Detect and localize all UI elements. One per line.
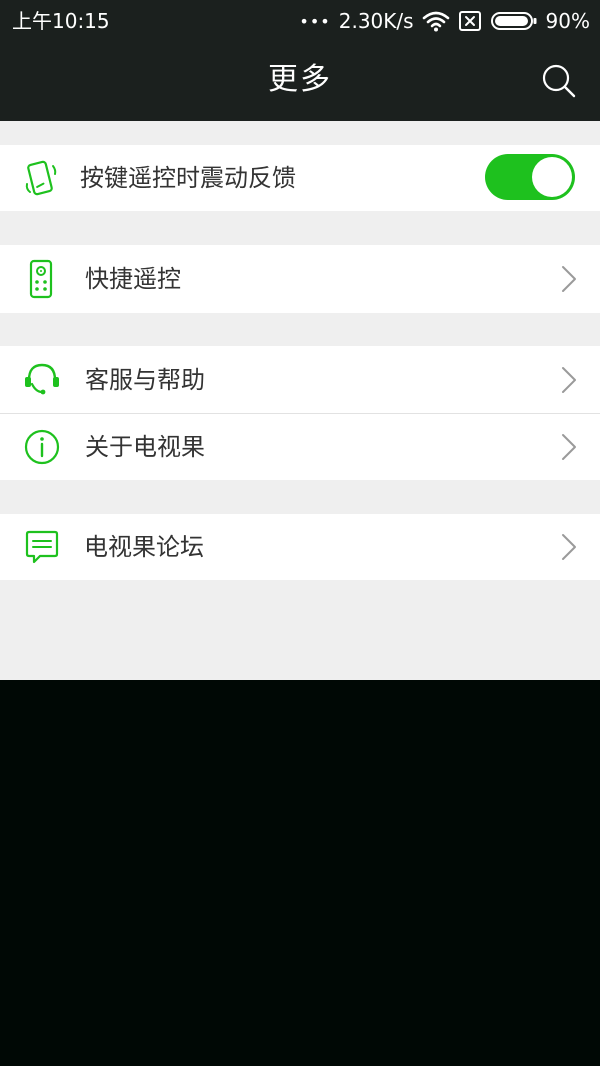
empty-area <box>0 680 600 1066</box>
vibration-feedback-toggle[interactable] <box>485 154 575 200</box>
screen: 上午10:15 ••• 2.30K/s 90% 更多 按键遥控时震动反馈 快捷遥… <box>0 0 600 1066</box>
signal-dots: ••• <box>299 11 331 31</box>
quick-remote-label: 快捷遥控 <box>85 265 181 293</box>
page-title: 更多 <box>268 62 332 97</box>
status-bar: 上午10:15 ••• 2.30K/s 90% <box>0 0 600 42</box>
chevron-right-icon <box>560 365 578 395</box>
headset-icon <box>22 360 62 400</box>
battery-percent: 90% <box>545 9 590 33</box>
settings-list: 按键遥控时震动反馈 快捷遥控 客服与帮助 关于电视果 电视果论坛 <box>0 121 600 680</box>
chevron-right-icon <box>560 532 578 562</box>
status-time: 上午10:15 <box>12 9 110 33</box>
sim-none-icon <box>458 10 482 32</box>
vibration-feedback-label: 按键遥控时震动反馈 <box>80 164 296 192</box>
support-help-row[interactable]: 客服与帮助 <box>0 346 600 413</box>
chevron-right-icon <box>560 264 578 294</box>
about-label: 关于电视果 <box>85 433 205 461</box>
battery-icon <box>490 10 538 32</box>
net-speed: 2.30K/s <box>338 9 414 33</box>
chevron-right-icon <box>560 432 578 462</box>
forum-label: 电视果论坛 <box>84 533 204 561</box>
support-help-label: 客服与帮助 <box>85 366 205 394</box>
vibration-feedback-row: 按键遥控时震动反馈 <box>0 145 600 211</box>
status-right-group: ••• 2.30K/s 90% <box>299 6 590 36</box>
info-icon <box>22 427 62 467</box>
quick-remote-row[interactable]: 快捷遥控 <box>0 245 600 313</box>
search-icon <box>542 64 576 98</box>
remote-control-icon <box>22 259 62 299</box>
wifi-icon <box>422 10 450 32</box>
forum-row[interactable]: 电视果论坛 <box>0 514 600 580</box>
about-row[interactable]: 关于电视果 <box>0 414 600 480</box>
search-button[interactable] <box>540 62 578 100</box>
toggle-knob <box>532 157 572 197</box>
title-bar: 更多 <box>0 42 600 121</box>
phone-vibrate-icon <box>22 158 62 198</box>
chat-bubble-icon <box>22 527 62 567</box>
